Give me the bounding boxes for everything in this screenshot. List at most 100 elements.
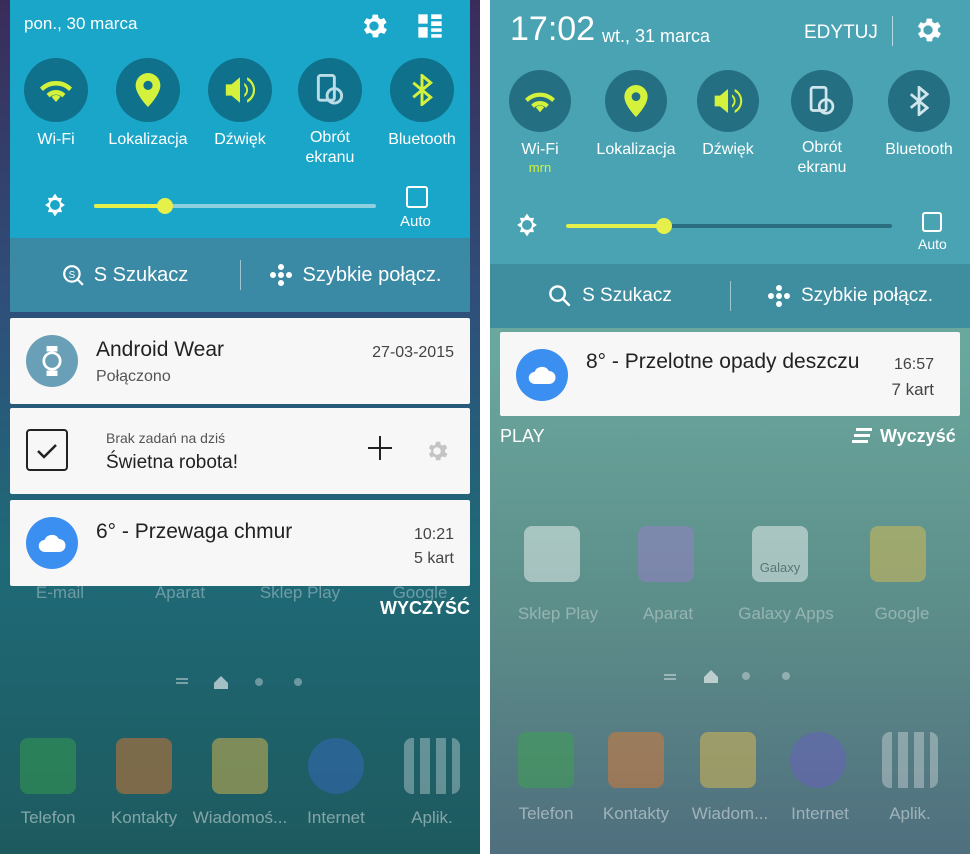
home-indicator-base xyxy=(704,677,718,683)
toggle-bluetooth[interactable]: Bluetooth xyxy=(878,70,960,160)
toggle-label: Obrót ekranu xyxy=(797,139,847,176)
time-label: 17:02 xyxy=(510,10,596,48)
toggle-wifi[interactable]: Wi-Fi xyxy=(20,58,92,150)
play-store-app-icon[interactable] xyxy=(524,526,580,582)
edit-tiles-icon[interactable] xyxy=(416,12,444,40)
notification-date: 27-03-2015 xyxy=(372,344,454,361)
camera-app-icon[interactable] xyxy=(638,526,694,582)
quick-settings-panel: 17:02 wt., 31 marca EDYTUJ Wi-Fi mrn Lok… xyxy=(490,0,970,264)
contacts-app-icon[interactable] xyxy=(116,738,172,794)
brightness-slider-knob[interactable] xyxy=(656,218,672,234)
settings-gear-icon[interactable] xyxy=(358,10,390,42)
auto-brightness-checkbox[interactable] xyxy=(406,186,428,208)
android-wear-icon xyxy=(26,335,78,387)
s-finder-label: S Szukacz xyxy=(582,285,672,306)
notification-tasks[interactable]: Brak zadań na dziś Świetna robota! xyxy=(10,408,470,494)
phone-app-icon[interactable] xyxy=(518,732,574,788)
s-finder-button[interactable]: S Szukacz xyxy=(490,284,730,308)
brightness-slider-fill xyxy=(94,204,165,208)
notification-title: Świetna robota! xyxy=(106,452,239,473)
page-dot xyxy=(782,672,790,680)
contacts-app-icon[interactable] xyxy=(608,732,664,788)
galaxy-apps-logo-text: Galaxy xyxy=(759,560,801,575)
internet-app-icon[interactable] xyxy=(308,738,364,794)
home-label-galaxy-apps: Galaxy Apps xyxy=(738,604,834,623)
notification-title: Android Wear xyxy=(96,338,225,361)
s-finder-button[interactable]: S S Szukacz xyxy=(10,264,240,287)
header-divider xyxy=(892,16,893,46)
wifi-icon xyxy=(509,70,571,132)
quick-settings-panel: pon., 30 marca Wi-Fi Lokalizacja Dźwięk xyxy=(10,0,470,238)
notification-subtitle: Brak zadań na dziś xyxy=(106,430,226,446)
apps-grid-icon[interactable] xyxy=(404,738,460,794)
left-screen: E-mail Aparat Sklep Play Google Telefon … xyxy=(0,0,480,854)
internet-app-icon[interactable] xyxy=(790,732,846,788)
toggle-bluetooth[interactable]: Bluetooth xyxy=(378,58,466,150)
toggle-sound[interactable]: Dźwięk xyxy=(696,70,760,160)
dock-label-messages: Wiadom... xyxy=(691,804,769,823)
toggle-wifi[interactable]: Wi-Fi mrn xyxy=(508,70,572,176)
home-label-email: E-mail xyxy=(35,583,85,602)
dock-label-contacts: Kontakty xyxy=(602,804,670,823)
toggle-label: Dźwięk xyxy=(702,141,754,158)
s-finder-label: S Szukacz xyxy=(93,263,189,286)
auto-brightness-checkbox[interactable] xyxy=(922,212,942,232)
clear-all-button[interactable]: Wyczyść xyxy=(880,426,956,447)
toggle-rotate[interactable]: Obrót ekranu xyxy=(790,70,854,178)
bluetooth-icon xyxy=(390,58,454,122)
brightness-slider-knob[interactable] xyxy=(157,198,173,214)
toggle-location[interactable]: Lokalizacja xyxy=(102,58,194,150)
quick-connect-button[interactable]: Szybkie połącz. xyxy=(731,284,969,308)
galaxy-apps-icon[interactable]: Galaxy xyxy=(752,526,808,582)
clear-all-button[interactable]: WYCZYŚĆ xyxy=(380,598,470,619)
notification-subtitle: Połączono xyxy=(96,368,171,385)
search-icon xyxy=(549,285,571,307)
rotate-icon xyxy=(791,70,853,132)
quick-connect-label: Szybkie połącz. xyxy=(800,285,933,306)
dock-label-internet: Internet xyxy=(791,804,849,823)
settings-gear-icon[interactable] xyxy=(912,14,944,46)
location-icon xyxy=(116,58,180,122)
home-indicator-icon xyxy=(214,676,228,683)
search-bar: S S Szukacz Szybkie połącz. xyxy=(10,238,470,312)
messages-app-icon[interactable] xyxy=(700,732,756,788)
page-dot xyxy=(294,678,302,686)
toggle-label: Wi-Fi xyxy=(521,141,559,158)
home-label-camera: Aparat xyxy=(642,604,694,623)
menu-indicator-icon xyxy=(176,678,188,680)
messages-app-icon[interactable] xyxy=(212,738,268,794)
cloud-icon xyxy=(26,517,78,569)
apps-grid-icon[interactable] xyxy=(882,732,938,788)
svg-text:S: S xyxy=(68,270,75,281)
page-dot xyxy=(742,672,750,680)
notification-count: 5 kart xyxy=(413,550,454,567)
phone-app-icon[interactable] xyxy=(20,738,76,794)
toggle-sound[interactable]: Dźwięk xyxy=(204,58,276,150)
quick-connect-button[interactable]: Szybkie połącz. xyxy=(241,263,469,287)
clear-list-icon[interactable] xyxy=(852,428,872,444)
notification-android-wear[interactable]: Android Wear Połączono 27-03-2015 xyxy=(10,318,470,404)
play-label: PLAY xyxy=(500,426,545,446)
home-indicator-base xyxy=(214,683,228,689)
add-task-icon[interactable] xyxy=(366,434,394,462)
task-settings-gear-icon[interactable] xyxy=(424,438,450,464)
brightness-icon xyxy=(517,213,537,237)
notification-time: 16:57 xyxy=(893,356,934,373)
google-folder-icon[interactable] xyxy=(870,526,926,582)
toggle-label: Dźwięk xyxy=(214,131,266,148)
location-icon xyxy=(605,70,667,132)
notification-title: 6° - Przewaga chmur xyxy=(96,520,293,543)
auto-label: Auto xyxy=(400,213,431,230)
wifi-network-name: mrn xyxy=(528,160,552,175)
notification-weather[interactable]: 8° - Przelotne opady deszczu 16:57 7 kar… xyxy=(500,332,960,416)
quick-connect-label: Szybkie połącz. xyxy=(302,263,442,286)
notification-weather[interactable]: 6° - Przewaga chmur 10:21 5 kart xyxy=(10,500,470,586)
toggle-rotate[interactable]: Obrót ekranu xyxy=(294,58,366,168)
home-label-play-store: Sklep Play xyxy=(259,583,341,602)
search-bar: S Szukacz Szybkie połącz. xyxy=(490,264,970,328)
quick-connect-icon xyxy=(767,285,790,307)
bluetooth-icon xyxy=(888,70,950,132)
home-indicator-icon xyxy=(704,670,718,677)
edit-button[interactable]: EDYTUJ xyxy=(804,22,878,44)
toggle-location[interactable]: Lokalizacja xyxy=(588,70,684,160)
